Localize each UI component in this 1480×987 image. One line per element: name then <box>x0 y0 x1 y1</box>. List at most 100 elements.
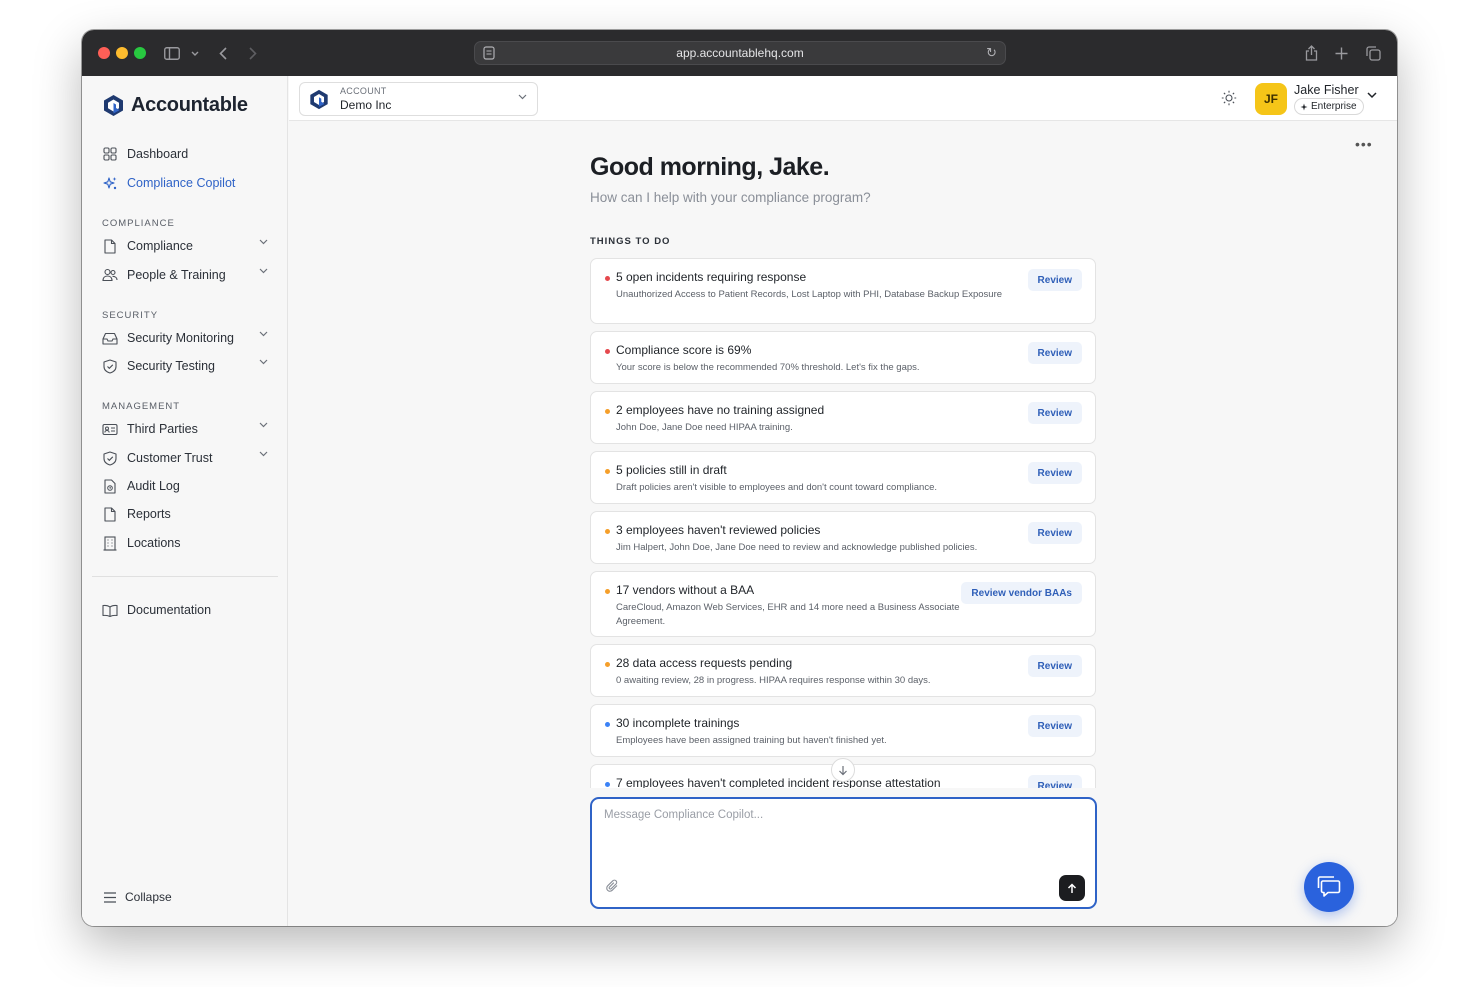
todo-card: 3 employees haven't reviewed policies Jim… <box>590 511 1096 564</box>
brand-logo[interactable]: Accountable <box>103 94 248 117</box>
sidebar-item-dashboard[interactable]: Dashboard <box>102 142 272 166</box>
things-to-do-label: THINGS TO DO <box>590 236 671 247</box>
sidebar-divider <box>92 576 278 577</box>
todo-description: Your score is below the recommended 70% … <box>616 362 920 373</box>
todo-description: CareCloud, Amazon Web Services, EHR and … <box>616 602 960 627</box>
sidebar-item-audit-log[interactable]: Audit Log <box>102 474 272 498</box>
review-button[interactable]: Review <box>1027 342 1082 364</box>
close-window-button[interactable] <box>98 47 110 59</box>
people-icon <box>102 267 118 283</box>
url-text: app.accountablehq.com <box>676 46 804 60</box>
todo-card: Compliance score is 69% Your score is bel… <box>590 331 1096 384</box>
page-menu-icon[interactable] <box>483 46 495 60</box>
severity-dot <box>605 409 610 414</box>
review-button[interactable]: Review <box>1027 522 1082 544</box>
todo-title: 30 incomplete trainings <box>616 716 740 730</box>
shield-check-icon <box>102 450 118 466</box>
sidebar-item-customer-trust[interactable]: Customer Trust <box>102 446 272 470</box>
todo-card: 17 vendors without a BAA CareCloud, Amazo… <box>590 571 1096 637</box>
message-input[interactable] <box>604 809 1074 869</box>
sidebar-item-documentation[interactable]: Documentation <box>102 598 272 622</box>
send-button[interactable] <box>1059 875 1085 901</box>
todo-title: 5 open incidents requiring response <box>616 270 807 284</box>
sidebar-toggle-icon[interactable] <box>162 42 182 64</box>
inbox-icon <box>102 330 118 346</box>
browser-titlebar: app.accountablehq.com ↻ <box>82 30 1397 76</box>
new-tab-icon[interactable] <box>1332 42 1350 64</box>
todo-description: John Doe, Jane Doe need HIPAA training. <box>616 422 793 433</box>
todo-title: Compliance score is 69% <box>616 343 752 357</box>
message-composer <box>590 797 1097 909</box>
review-button[interactable]: Review <box>1027 269 1082 291</box>
plan-label: Enterprise <box>1311 101 1357 112</box>
sidebar-item-third-parties[interactable]: Third Parties <box>102 417 272 441</box>
todo-title: 5 policies still in draft <box>616 463 727 477</box>
section-label-management: MANAGEMENT <box>102 401 181 412</box>
sidebar-item-label: Compliance <box>127 239 194 253</box>
sidebar-item-reports[interactable]: Reports <box>102 502 272 526</box>
plan-badge: Enterprise <box>1294 98 1364 115</box>
user-menu-chevron-icon[interactable] <box>1367 92 1377 99</box>
sidebar-item-compliance[interactable]: Compliance <box>102 234 272 258</box>
account-logo-icon <box>310 89 328 110</box>
review-button[interactable]: Review <box>1027 655 1082 677</box>
chevron-down-icon <box>259 331 268 337</box>
main-panel: ACCOUNT Demo Inc JF Jake Fisher Enterpri… <box>289 76 1397 926</box>
todo-card: 30 incomplete trainings Employees have be… <box>590 704 1096 757</box>
grid-icon <box>102 146 118 162</box>
forward-icon[interactable] <box>246 42 260 64</box>
sidebar-item-label: Security Monitoring <box>127 331 234 345</box>
maximize-window-button[interactable] <box>134 47 146 59</box>
collapse-sidebar-button[interactable]: Collapse <box>103 890 172 904</box>
back-icon[interactable] <box>216 42 230 64</box>
chevron-down-icon[interactable] <box>189 42 201 64</box>
review-button[interactable]: Review <box>1027 402 1082 424</box>
review-button[interactable]: Review <box>1027 775 1082 788</box>
support-chat-button[interactable] <box>1304 862 1354 912</box>
sidebar-item-security-monitoring[interactable]: Security Monitoring <box>102 326 272 350</box>
log-icon <box>102 478 118 494</box>
more-options-icon[interactable]: ••• <box>1355 136 1373 152</box>
chevron-down-icon <box>259 268 268 274</box>
tab-overview-icon[interactable] <box>1364 42 1382 64</box>
sidebar-item-compliance-copilot[interactable]: Compliance Copilot <box>102 171 272 195</box>
topbar: ACCOUNT Demo Inc JF Jake Fisher Enterpri… <box>289 76 1397 121</box>
todo-title: 28 data access requests pending <box>616 656 793 670</box>
sidebar-item-label: Dashboard <box>127 147 189 161</box>
reload-icon[interactable]: ↻ <box>986 45 997 61</box>
brand-name: Accountable <box>131 94 248 116</box>
sidebar-item-people-training[interactable]: People & Training <box>102 263 272 287</box>
sparkle-icon <box>1300 103 1308 110</box>
avatar[interactable]: JF <box>1255 83 1287 115</box>
paperclip-icon[interactable] <box>606 879 619 893</box>
sidebar-item-label: Locations <box>127 536 181 550</box>
building-icon <box>102 535 118 551</box>
arrow-down-icon <box>839 765 847 775</box>
sidebar-item-label: Documentation <box>127 603 212 617</box>
review-button[interactable]: Review <box>1027 462 1082 484</box>
todo-description: Unauthorized Access to Patient Records, … <box>616 289 1003 300</box>
page-title: Good morning, Jake. <box>590 153 830 181</box>
review-button[interactable]: Review <box>1027 715 1082 737</box>
severity-dot <box>605 782 610 787</box>
user-name[interactable]: Jake Fisher <box>1294 83 1359 97</box>
sidebar-item-label: Reports <box>127 507 171 521</box>
account-label: ACCOUNT <box>340 86 387 96</box>
share-icon[interactable] <box>1302 42 1320 64</box>
todo-card: 2 employees have no training assigned Joh… <box>590 391 1096 444</box>
review-button[interactable]: Review vendor BAAs <box>961 582 1082 604</box>
scroll-down-button[interactable] <box>831 758 855 782</box>
severity-dot <box>605 276 610 281</box>
account-switcher[interactable]: ACCOUNT Demo Inc <box>299 82 538 116</box>
chevron-down-icon <box>259 359 268 365</box>
chevron-down-icon <box>518 94 527 100</box>
todo-card: 5 open incidents requiring response Unaut… <box>590 258 1096 324</box>
todo-title: 3 employees haven't reviewed policies <box>616 523 821 537</box>
sidebar-item-locations[interactable]: Locations <box>102 531 272 555</box>
theme-toggle-icon[interactable] <box>1221 90 1237 106</box>
address-bar[interactable]: app.accountablehq.com ↻ <box>474 41 1006 65</box>
sidebar-item-security-testing[interactable]: Security Testing <box>102 354 272 378</box>
menu-icon <box>104 891 116 903</box>
minimize-window-button[interactable] <box>116 47 128 59</box>
sidebar-item-label: Security Testing <box>127 359 216 373</box>
